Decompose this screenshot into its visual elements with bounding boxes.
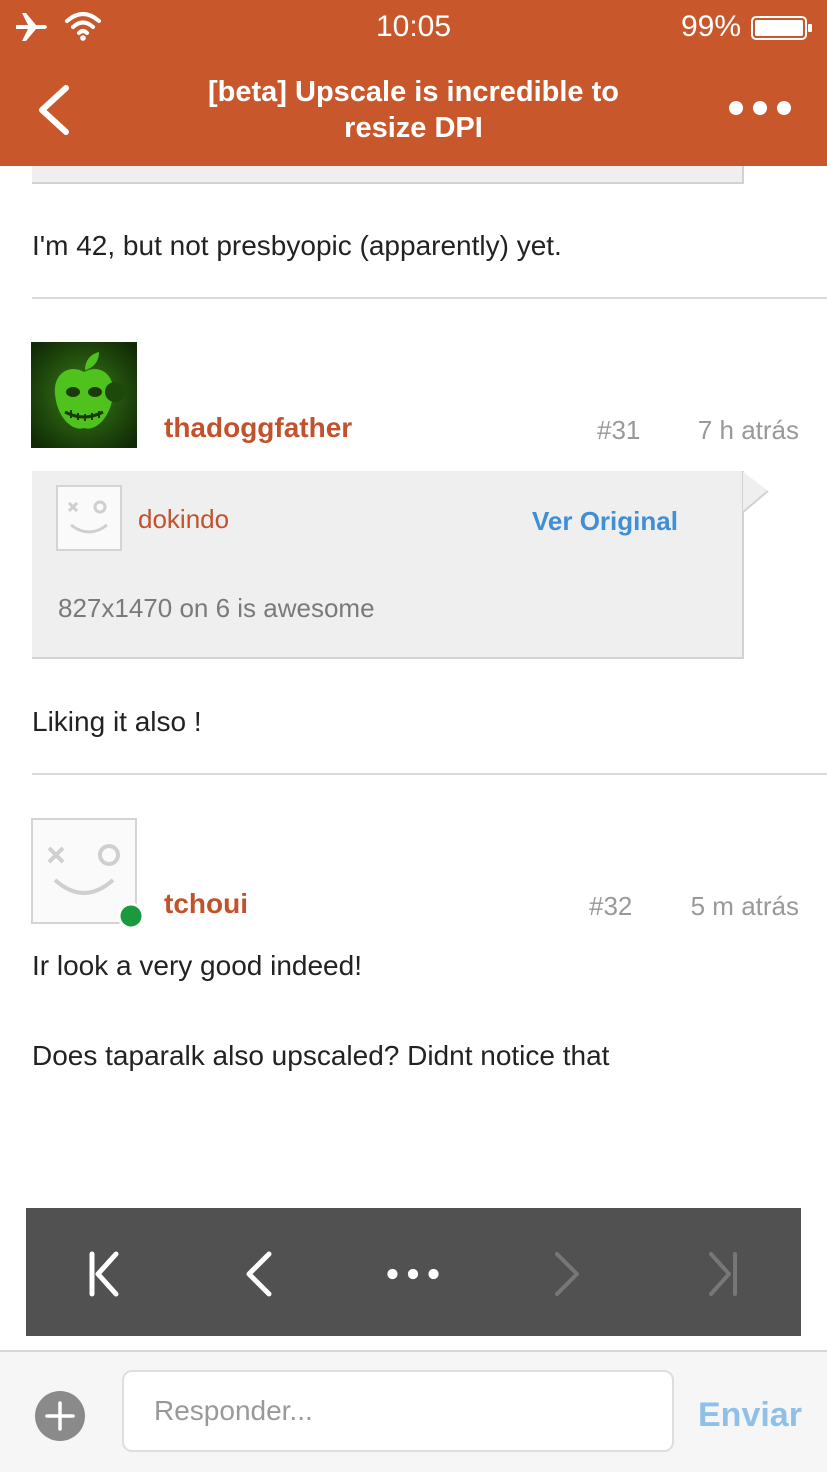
chevron-left-icon (246, 1251, 272, 1297)
app-header: 10:05 99% [beta] Upscale is incredible t… (0, 0, 827, 166)
next-page-button[interactable] (539, 1246, 595, 1302)
battery-percent: 99% (680, 10, 741, 43)
post-body: I'm 42, but not presbyopic (apparently) … (32, 230, 562, 261)
reply-bar: Enviar (0, 1350, 827, 1472)
reply-input[interactable] (122, 1370, 674, 1452)
more-pages-icon (387, 1268, 439, 1280)
post-number: #31 (597, 415, 641, 445)
avatar-thadoggfather[interactable] (31, 342, 137, 448)
post-username[interactable]: tchoui (164, 888, 248, 920)
quote-box (32, 471, 744, 659)
first-page-button[interactable] (76, 1246, 132, 1302)
post-time: 5 m atrás (690, 891, 799, 921)
post-number: #32 (589, 891, 633, 921)
post-body-line: Does taparalk also upscaled? Didnt notic… (32, 1040, 610, 1071)
previous-page-button[interactable] (231, 1246, 287, 1302)
first-page-icon (89, 1251, 119, 1297)
online-status-dot (117, 902, 145, 930)
thread-title-line1: [beta] Upscale is incredible to (208, 76, 619, 108)
quote-username[interactable]: dokindo (138, 504, 229, 535)
add-attachment-icon[interactable] (34, 1390, 86, 1442)
send-button[interactable]: Enviar (698, 1396, 802, 1435)
post-time: 7 h atrás (697, 415, 799, 445)
post-divider (32, 297, 827, 299)
more-options-icon[interactable] (727, 96, 793, 120)
battery-icon (751, 16, 812, 40)
post-body: Liking it also ! (32, 706, 202, 737)
quote-fold-corner (742, 471, 769, 515)
view-original-link[interactable]: Ver Original (532, 506, 678, 537)
previous-quote-box (32, 166, 744, 184)
avatar-dokindo (56, 485, 122, 551)
chevron-right-icon (555, 1252, 579, 1296)
last-page-icon (709, 1252, 737, 1296)
post-divider (32, 773, 827, 775)
page-navigation-bar (26, 1208, 801, 1336)
post-body-line: Ir look a very good indeed! (32, 950, 362, 981)
page-jump-button[interactable] (385, 1246, 441, 1302)
thread-title: [beta] Upscale is incredible to resize D… (150, 74, 677, 146)
post-username[interactable]: thadoggfather (164, 412, 352, 444)
back-icon[interactable] (34, 84, 74, 136)
thread-title-line2: resize DPI (344, 112, 483, 144)
last-page-button[interactable] (695, 1246, 751, 1302)
status-bar: 10:05 99% (0, 0, 827, 56)
quote-text: 827x1470 on 6 is awesome (58, 593, 375, 623)
